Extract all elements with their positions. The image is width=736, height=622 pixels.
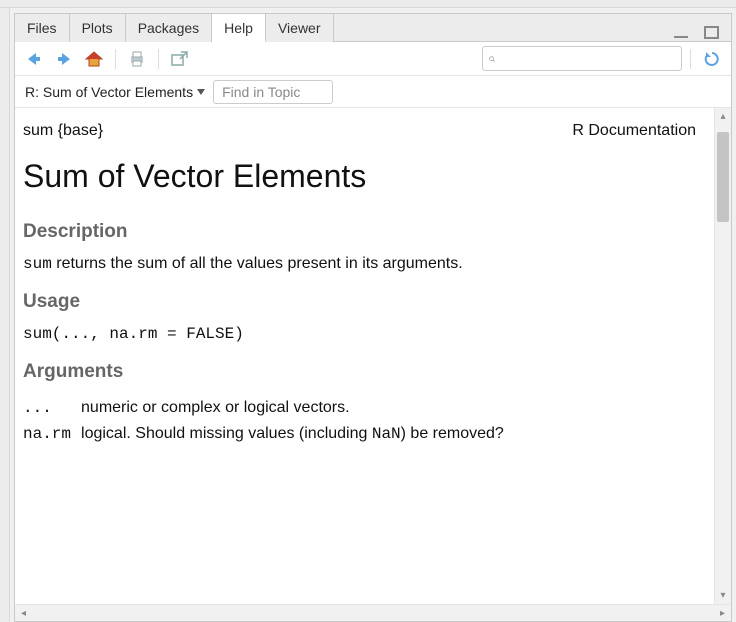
tab-viewer[interactable]: Viewer bbox=[266, 14, 334, 42]
breadcrumb-label: R: Sum of Vector Elements bbox=[25, 84, 193, 100]
vertical-scrollbar[interactable]: ▴ ▾ bbox=[714, 108, 731, 604]
print-icon[interactable] bbox=[124, 46, 150, 72]
description-text: sum returns the sum of all the values pr… bbox=[23, 255, 696, 273]
help-subbar: R: Sum of Vector Elements Find in Topic bbox=[15, 76, 731, 108]
arg-name: ... bbox=[23, 395, 81, 421]
find-placeholder: Find in Topic bbox=[222, 84, 300, 100]
horizontal-scrollbar[interactable]: ◂ ▸ bbox=[15, 604, 731, 621]
tab-files[interactable]: Files bbox=[15, 14, 70, 42]
scroll-left-icon[interactable]: ◂ bbox=[15, 608, 32, 619]
help-toolbar bbox=[15, 42, 731, 76]
scroll-down-icon[interactable]: ▾ bbox=[715, 587, 731, 604]
find-in-topic-input[interactable]: Find in Topic bbox=[213, 80, 333, 104]
scroll-up-icon[interactable]: ▴ bbox=[715, 108, 731, 125]
description-rest: returns the sum of all the values presen… bbox=[52, 255, 463, 272]
heading-arguments: Arguments bbox=[23, 361, 696, 383]
tab-plots[interactable]: Plots bbox=[70, 14, 126, 42]
back-icon[interactable] bbox=[21, 46, 47, 72]
heading-usage: Usage bbox=[23, 291, 696, 313]
help-document: sum {base} R Documentation Sum of Vector… bbox=[15, 108, 714, 604]
help-pane: Files Plots Packages Help Viewer bbox=[14, 13, 732, 622]
help-search-input[interactable] bbox=[495, 50, 675, 67]
usage-code: sum(..., na.rm = FALSE) bbox=[23, 325, 696, 343]
table-row: ... numeric or complex or logical vector… bbox=[23, 395, 514, 421]
description-code: sum bbox=[23, 255, 52, 273]
help-search-box[interactable] bbox=[482, 46, 682, 71]
chevron-down-icon bbox=[197, 89, 205, 95]
topic-signature: sum {base} bbox=[23, 122, 103, 140]
tab-help[interactable]: Help bbox=[212, 14, 266, 42]
forward-icon[interactable] bbox=[51, 46, 77, 72]
maximize-pane-icon[interactable] bbox=[699, 20, 725, 46]
breadcrumb[interactable]: R: Sum of Vector Elements bbox=[25, 84, 205, 100]
scroll-right-icon[interactable]: ▸ bbox=[714, 608, 731, 619]
refresh-icon[interactable] bbox=[699, 46, 725, 72]
arg-desc: logical. Should missing values (includin… bbox=[81, 421, 514, 447]
home-icon[interactable] bbox=[81, 46, 107, 72]
pane-tabs: Files Plots Packages Help Viewer bbox=[15, 14, 731, 42]
arg-desc: numeric or complex or logical vectors. bbox=[81, 395, 514, 421]
arg-name: na.rm bbox=[23, 421, 81, 447]
new-window-icon[interactable] bbox=[167, 46, 193, 72]
scroll-thumb[interactable] bbox=[717, 132, 729, 222]
doc-kind: R Documentation bbox=[572, 122, 696, 140]
page-title: Sum of Vector Elements bbox=[23, 158, 696, 195]
table-row: na.rm logical. Should missing values (in… bbox=[23, 421, 514, 447]
tab-packages[interactable]: Packages bbox=[126, 14, 212, 42]
minimize-pane-icon[interactable] bbox=[669, 20, 695, 46]
arguments-table: ... numeric or complex or logical vector… bbox=[23, 395, 514, 447]
heading-description: Description bbox=[23, 221, 696, 243]
